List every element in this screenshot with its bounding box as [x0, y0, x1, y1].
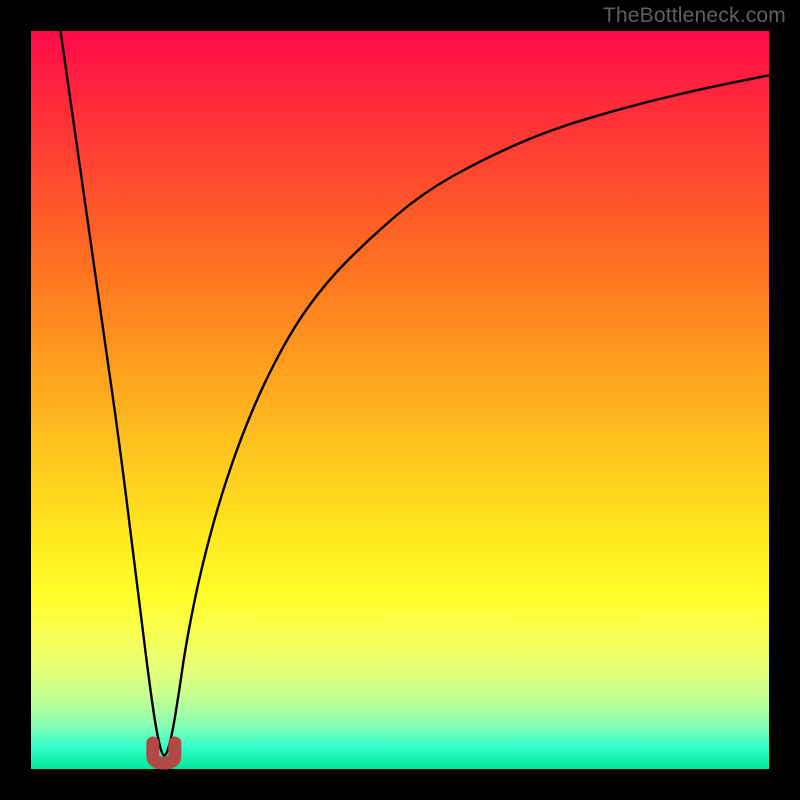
plot-area [31, 31, 769, 769]
chart-frame: TheBottleneck.com [0, 0, 800, 800]
bottleneck-curve [61, 31, 769, 755]
watermark-text: TheBottleneck.com [603, 4, 786, 28]
chart-svg [31, 31, 769, 769]
optimal-marker [153, 743, 175, 763]
